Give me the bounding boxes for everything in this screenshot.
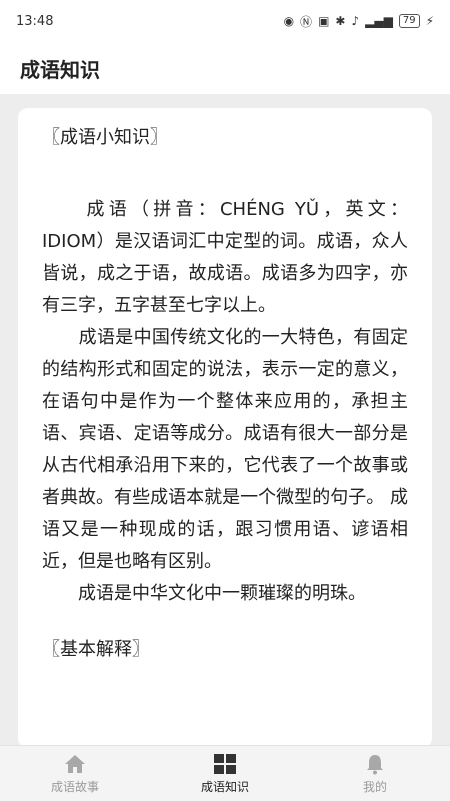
charging-icon: ⚡ (425, 14, 434, 28)
vibrate-icon: ▣ (318, 14, 330, 28)
article-paragraph: 成语是中国传统文化的一大特色，有固定的结构形式和固定的说法，表示一定的意义，在语… (42, 327, 408, 572)
nav-item-stories[interactable]: 成语故事 (0, 746, 150, 801)
article-card[interactable]: 〖成语小知识〗 成语（拼音：CHÉNG YǓ，英文：IDIOM）是汉语词汇中定型… (18, 108, 432, 748)
article-paragraph: 成语（拼音：CHÉNG YǓ，英文：IDIOM）是汉语词汇中定型的词。成语，众人… (42, 199, 408, 316)
battery-icon: 79 (398, 14, 420, 28)
nav-item-mine[interactable]: 我的 (300, 746, 450, 801)
section-heading-basic: 〖基本解释〗 (42, 639, 150, 660)
article-paragraph: 成语是中华文化中一颗璀璨的明珠。 (42, 583, 366, 604)
grid-icon (213, 752, 237, 776)
bottom-nav: 成语故事 成语知识 我的 (0, 745, 450, 801)
status-time: 13:48 (16, 13, 54, 29)
bell-icon (364, 752, 386, 776)
nfc-icon: Ⓝ (300, 14, 313, 29)
status-icons: ◉ Ⓝ ▣ ✱ ♪ ▂▄▆ 79 ⚡ (284, 13, 434, 30)
page-title: 成语知识 (20, 57, 100, 82)
app-bar: 成语知识 (0, 42, 450, 94)
nav-item-knowledge[interactable]: 成语知识 (150, 746, 300, 801)
home-icon (63, 752, 87, 776)
signal-icon: ▂▄▆ (365, 14, 393, 28)
section-heading-tips: 〖成语小知识〗 (42, 127, 168, 148)
nav-label: 成语故事 (50, 780, 99, 794)
nav-label: 我的 (362, 780, 387, 794)
eye-icon: ◉ (283, 14, 295, 28)
mute-icon: ♪ (351, 14, 360, 28)
battery-level: 79 (402, 15, 416, 26)
nav-label: 成语知识 (200, 780, 249, 794)
bluetooth-icon: ✱ (335, 14, 346, 28)
status-bar: 13:48 ◉ Ⓝ ▣ ✱ ♪ ▂▄▆ 79 ⚡ (0, 0, 450, 42)
